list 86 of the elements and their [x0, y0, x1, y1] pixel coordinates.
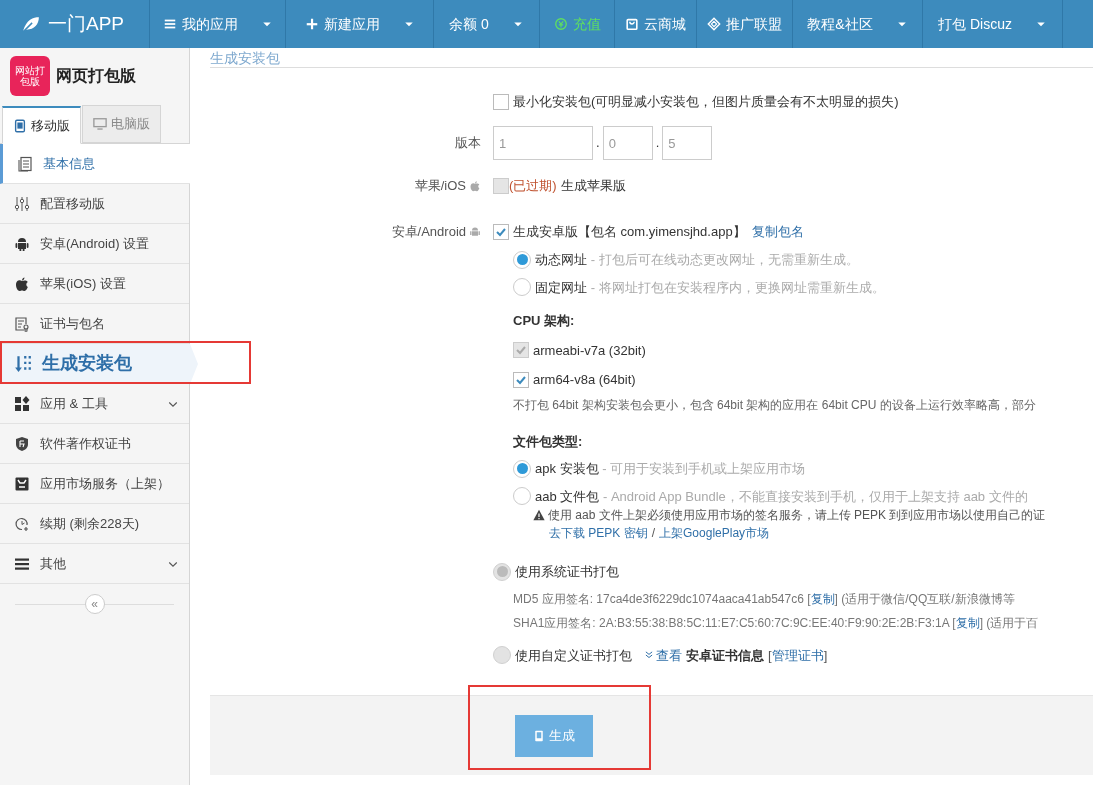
- nav-menu-button[interactable]: 打包 Discuz: [923, 0, 1063, 48]
- sidebar-menu-item[interactable]: 生成安装包: [0, 344, 198, 384]
- grid-icon: [14, 395, 30, 412]
- leaf-icon: [20, 15, 42, 33]
- sidebar-menu-item[interactable]: 软件著作权证书: [0, 424, 189, 464]
- app-name: 网页打包版: [56, 66, 136, 86]
- section-title: 生成安装包: [210, 51, 280, 65]
- sidebar-menu-item[interactable]: 应用市场服务（上架）: [0, 464, 189, 504]
- download-link[interactable]: 去下载 PEPK 密钥: [549, 524, 648, 542]
- tab[interactable]: 电脑版: [82, 105, 161, 143]
- warning-text: 使用 aab 文件上架必须使用应用市场的签名服务，请上传 PEPK 到到应用市场以使用自己的证: [548, 507, 1046, 524]
- sidebar-menu-item[interactable]: 配置移动版: [0, 184, 189, 224]
- sidebar-menu-item[interactable]: 应用 & 工具: [0, 384, 189, 424]
- checkbox-label: armeabi-v7a (32bit): [533, 341, 646, 360]
- apple-icon: [14, 275, 30, 292]
- checkbox-label: arm64-v8a (64bit): [533, 371, 636, 389]
- collapse-button[interactable]: «: [84, 594, 105, 614]
- cert-info-label: 安卓证书信息: [686, 646, 764, 665]
- phone-icon: [533, 728, 545, 743]
- sidebar-menu-item[interactable]: 其他: [0, 544, 189, 584]
- field-label: 版本: [455, 134, 481, 153]
- android-icon: [469, 226, 481, 238]
- shopping-bag-icon: [625, 17, 639, 31]
- radio-button[interactable]: [513, 459, 531, 478]
- version-input[interactable]: 5: [662, 126, 713, 160]
- warning-icon: [533, 509, 545, 521]
- sidebar-menu-item[interactable]: 基本信息: [0, 144, 190, 184]
- checkbox-label: 生成苹果版: [560, 177, 626, 196]
- mobile-phone-icon: [13, 118, 27, 133]
- plus-icon: [304, 17, 319, 31]
- radio-label: 动态网址 - 打包后可在线动态更改网址，无需重新生成。: [535, 251, 859, 269]
- copy-link[interactable]: 复制包名: [751, 222, 804, 242]
- app-icon-label: 网站打包版: [14, 65, 46, 87]
- coin-icon: [553, 17, 568, 31]
- shield-icon: [14, 435, 30, 452]
- radio-label: 使用系统证书打包: [515, 563, 619, 581]
- monitor-icon: [93, 117, 107, 131]
- nav-menu-button[interactable]: 新建应用: [286, 0, 434, 48]
- sliders-icon: [14, 195, 30, 212]
- radio-button[interactable]: [513, 487, 531, 506]
- document-icon: [17, 155, 33, 172]
- radio-label: 使用自定义证书打包: [515, 646, 632, 665]
- checkbox[interactable]: [493, 94, 509, 110]
- section-heading: CPU 架构:: [513, 312, 576, 330]
- signature-text: MD5 应用签名: 17ca4de3f6229dc1074aaca41ab547c6 [复制] (适用于微信/QQ互联/新浪微博等: [512, 590, 1016, 608]
- radio-button[interactable]: [513, 250, 531, 269]
- view-link[interactable]: 查看: [644, 645, 682, 665]
- help-text: 不打包 64bit 架构安装包会更小，包含 64bit 架构的应用在 64bit CPU 的设备上运行效率略高，部分: [513, 396, 1037, 414]
- bracket-text: ]: [823, 646, 828, 665]
- checkbox-label: 生成安卓版【包名 com.yimensjhd.app】: [513, 223, 746, 242]
- android-icon: [14, 235, 30, 252]
- clock-plus-icon: [14, 515, 30, 532]
- sidebar-menu-item[interactable]: 苹果(iOS) 设置: [0, 264, 189, 304]
- nav-menu-button[interactable]: 推广联盟: [697, 0, 793, 48]
- nav-menu-button[interactable]: 教程&社区: [793, 0, 923, 48]
- sidebar-menu-item[interactable]: 续期 (剩余228天): [0, 504, 189, 544]
- store-icon: [14, 475, 30, 492]
- field-label: 安卓/Android: [391, 223, 466, 242]
- app-logo-text: 一门APP: [48, 11, 125, 36]
- tab[interactable]: 移动版: [2, 106, 81, 144]
- expired-status: (已过期): [509, 177, 557, 196]
- radio-button[interactable]: [513, 278, 531, 297]
- store-link[interactable]: 上架GooglePlay市场: [659, 524, 770, 542]
- binary-download-icon: [14, 354, 32, 373]
- menu-icon: [162, 17, 177, 31]
- checkbox[interactable]: [493, 224, 509, 240]
- field-label: 苹果/iOS: [414, 177, 466, 196]
- signature-text: SHA1应用签名: 2A:B3:55:38:B8:5C:11:E7:C5:60:7C:9C:EE:40:F9:90:2E:2B:F3:1A [复制] (适用于百: [512, 614, 1040, 632]
- checkbox[interactable]: [513, 371, 529, 388]
- checkbox-label: 最小化安装包(可明显减小安装包，但图片质量会有不太明显的损失): [513, 93, 899, 112]
- diamond-icon: [707, 17, 721, 31]
- bracket-text: [: [768, 646, 772, 665]
- separator-text: /: [651, 525, 656, 542]
- radio-label: 固定网址 - 将网址打包在安装程序内，更换网址需重新生成。: [535, 278, 885, 297]
- double-chevron-icon: [644, 650, 654, 661]
- separator-text: .: [654, 133, 661, 152]
- apple-icon: [469, 180, 481, 192]
- radio-label: aab 文件包 - Android App Bundle，不能直接安装到手机，仅用于上架支持 aab 文件的: [535, 487, 1028, 506]
- version-input[interactable]: 0: [602, 126, 653, 160]
- nav-menu-button[interactable]: 云商城: [615, 0, 697, 48]
- section-heading: 文件包类型:: [513, 432, 584, 451]
- certificate-icon: [14, 315, 30, 332]
- nav-menu-button[interactable]: 余额 0: [434, 0, 540, 48]
- sidebar-menu-item[interactable]: 安卓(Android) 设置: [0, 224, 189, 264]
- separator-text: .: [595, 133, 601, 152]
- radio-label: apk 安装包 - 可用于安装到手机或上架应用市场: [535, 460, 806, 478]
